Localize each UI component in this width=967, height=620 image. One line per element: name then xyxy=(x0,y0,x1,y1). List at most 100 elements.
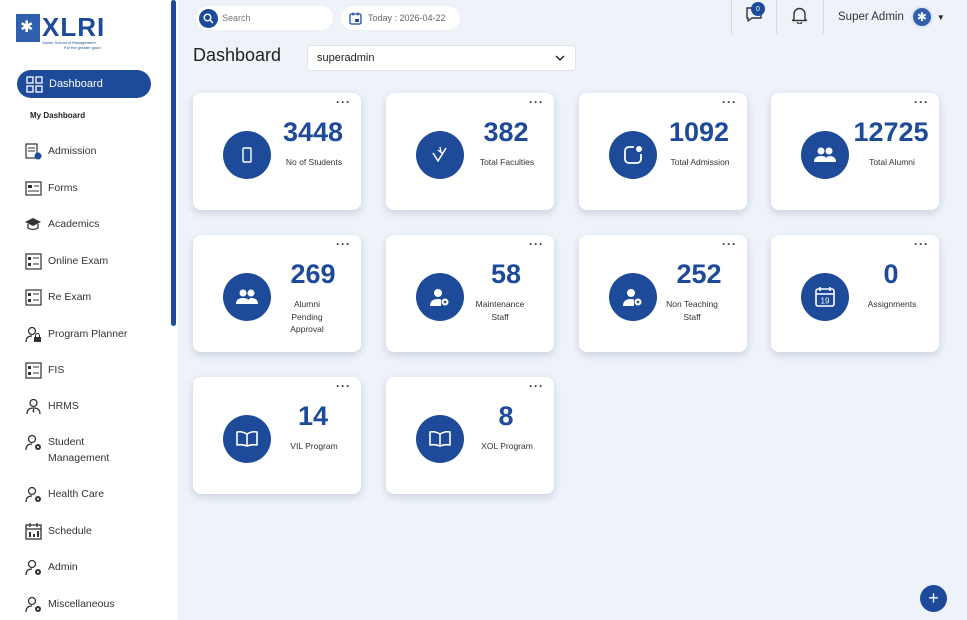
stat-value: 8 xyxy=(498,401,514,431)
logo-motto: For the greater good xyxy=(64,45,101,50)
calendar-icon: 19 xyxy=(801,273,849,321)
sidebar-item-schedule[interactable]: Schedule xyxy=(24,522,118,540)
stat-card-non-teaching-staff[interactable]: ··· 252 Non Teaching Staff xyxy=(579,235,747,352)
sidebar-item-label: Forms xyxy=(48,182,78,194)
sidebar-item-student-management[interactable]: Student Management xyxy=(24,433,118,466)
person-tie-icon xyxy=(24,397,42,415)
stat-label: Assignments xyxy=(867,299,917,309)
user-name: Super Admin xyxy=(838,11,904,23)
notifications-button[interactable] xyxy=(788,6,810,28)
lock-person-icon xyxy=(24,325,42,343)
avatar: ✱ xyxy=(910,6,933,28)
sidebar-item-label: Health Care xyxy=(48,488,105,500)
alumni-icon xyxy=(801,131,849,179)
sidebar-sub-my-dashboard[interactable]: My Dashboard xyxy=(30,111,85,120)
faculty-icon xyxy=(416,131,464,179)
user-menu[interactable]: Super Admin ✱ ▼ xyxy=(838,6,945,28)
sidebar-scrollbar[interactable] xyxy=(171,0,176,326)
book-icon xyxy=(223,415,271,463)
sidebar-item-hrms[interactable]: HRMS xyxy=(24,397,118,415)
fis-icon xyxy=(24,361,42,379)
card-menu-icon[interactable]: ··· xyxy=(529,237,544,251)
role-select[interactable]: superadmin xyxy=(307,45,576,71)
plus-icon: + xyxy=(928,588,939,608)
sidebar-item-label: Admission xyxy=(48,145,97,157)
card-menu-icon[interactable]: ··· xyxy=(529,95,544,109)
sidebar-item-academics[interactable]: Academics xyxy=(24,215,118,233)
sidebar-item-forms[interactable]: Forms xyxy=(24,179,118,197)
logo-mark-icon xyxy=(16,14,40,42)
search-box[interactable] xyxy=(196,6,333,30)
sidebar-item-health-care[interactable]: Health Care xyxy=(24,485,118,503)
person-gear-icon xyxy=(24,485,42,503)
today-text: Today : 2026-04-22 xyxy=(368,13,446,23)
sidebar-item-miscellaneous[interactable]: Miscellaneous xyxy=(24,595,128,613)
search-input[interactable] xyxy=(222,13,322,23)
chevron-down-icon: ▼ xyxy=(936,12,945,22)
graduation-cap-icon xyxy=(24,215,42,233)
stat-card-admission[interactable]: ··· 1092 Total Admission xyxy=(579,93,747,210)
stat-card-alumni-pending[interactable]: ··· 269 Alumni Pending Approval xyxy=(193,235,361,352)
dashboard-icon xyxy=(25,75,43,93)
xlri-logo[interactable]: XLRI Xavier School of Management For the… xyxy=(16,12,106,52)
card-menu-icon[interactable]: ··· xyxy=(722,237,737,251)
card-menu-icon[interactable]: ··· xyxy=(914,95,929,109)
stat-card-faculties[interactable]: ··· 382 Total Faculties xyxy=(386,93,554,210)
sidebar-item-label: Miscellaneous xyxy=(48,598,115,610)
topbar-divider xyxy=(776,0,777,34)
stat-value: 0 xyxy=(883,259,899,289)
staff-gear-icon xyxy=(416,273,464,321)
schedule-calendar-icon xyxy=(24,522,42,540)
person-gear-icon xyxy=(24,558,42,576)
card-menu-icon[interactable]: ··· xyxy=(336,237,351,251)
sidebar-item-label: Dashboard xyxy=(49,78,103,90)
sidebar-item-online-exam[interactable]: Online Exam xyxy=(24,252,118,270)
stat-label: Total Admission xyxy=(670,157,730,167)
sidebar-item-dashboard[interactable]: Dashboard xyxy=(17,70,151,98)
card-menu-icon[interactable]: ··· xyxy=(336,379,351,393)
sidebar-item-label: Student Management xyxy=(48,436,110,464)
search-icon[interactable] xyxy=(199,8,218,28)
card-menu-icon[interactable]: ··· xyxy=(722,95,737,109)
forms-icon xyxy=(24,179,42,197)
stat-label: XOL Program xyxy=(481,441,533,451)
stat-card-assignments[interactable]: ··· 19 0 Assignments xyxy=(771,235,939,352)
sidebar-item-admin[interactable]: Admin xyxy=(24,558,118,576)
today-date: Today : 2026-04-22 xyxy=(341,6,460,30)
card-menu-icon[interactable]: ··· xyxy=(336,95,351,109)
sidebar-item-re-exam[interactable]: Re Exam xyxy=(24,288,118,306)
stat-value: 269 xyxy=(290,259,336,289)
card-menu-icon[interactable]: ··· xyxy=(529,379,544,393)
sidebar-item-fis[interactable]: FIS xyxy=(24,361,118,379)
stat-card-maintenance-staff[interactable]: ··· 58 Maintenance Staff xyxy=(386,235,554,352)
stat-value: 3448 xyxy=(282,117,344,147)
staff-gear-icon xyxy=(609,273,657,321)
stat-value: 382 xyxy=(483,117,529,147)
bell-icon xyxy=(791,6,808,29)
stat-card-students[interactable]: ··· 3448 No of Students xyxy=(193,93,361,210)
stat-card-vil-program[interactable]: ··· 14 VIL Program xyxy=(193,377,361,494)
stat-card-alumni[interactable]: ··· 12725 Total Alumni xyxy=(771,93,939,210)
calendar-icon xyxy=(349,12,362,25)
stat-label: Non Teaching Staff xyxy=(666,299,718,322)
card-menu-icon[interactable]: ··· xyxy=(914,237,929,251)
admission-icon xyxy=(609,131,657,179)
page-title: Dashboard xyxy=(193,45,282,65)
sidebar-item-label: HRMS xyxy=(48,400,79,412)
topbar-divider xyxy=(823,0,824,34)
stat-value: 58 xyxy=(490,259,522,289)
add-button[interactable]: + xyxy=(920,585,947,612)
sidebar-item-label: Academics xyxy=(48,218,100,230)
svg-text:19: 19 xyxy=(821,297,830,306)
sidebar-item-label: FIS xyxy=(48,364,65,376)
sidebar-item-admission[interactable]: Admission xyxy=(24,142,118,160)
sidebar-item-label: Program Planner xyxy=(48,328,128,340)
stat-label: Alumni Pending Approval xyxy=(290,299,324,334)
stat-label: Total Faculties xyxy=(479,157,535,167)
online-exam-icon xyxy=(24,252,42,270)
stat-value: 1092 xyxy=(668,117,730,147)
sidebar-item-program-planner[interactable]: Program Planner xyxy=(24,325,128,343)
message-count-badge: 0 xyxy=(751,2,765,16)
stat-value: 14 xyxy=(297,401,329,431)
stat-card-xol-program[interactable]: ··· 8 XOL Program xyxy=(386,377,554,494)
